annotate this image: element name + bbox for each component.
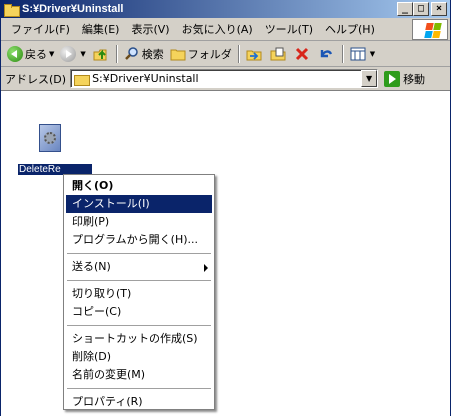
window-controls: _ □ × xyxy=(397,2,447,16)
views-icon xyxy=(350,46,366,62)
explorer-window: S:¥Driver¥Uninstall _ □ × ファイル(F) 編集(E) … xyxy=(0,0,451,416)
menu-separator xyxy=(67,388,211,389)
go-button[interactable]: 移動 xyxy=(384,70,426,87)
folder-icon xyxy=(170,46,186,62)
send-to-label: 送る(N) xyxy=(72,260,111,273)
address-label: アドレス(D) xyxy=(5,72,67,86)
search-button[interactable]: 検索 xyxy=(121,44,167,64)
delete-x-icon xyxy=(294,46,310,62)
menu-item-open-with[interactable]: プログラムから開く(H)... xyxy=(66,231,212,249)
windows-logo-icon xyxy=(412,19,448,40)
delete-button[interactable] xyxy=(291,44,315,64)
address-dropdown-button[interactable]: ▼ xyxy=(361,70,378,87)
menu-tools[interactable]: ツール(T) xyxy=(259,21,319,37)
views-button[interactable]: ▼ xyxy=(347,44,378,64)
chevron-down-icon: ▼ xyxy=(369,49,376,58)
chevron-down-icon: ▼ xyxy=(80,49,86,58)
search-icon xyxy=(124,46,140,62)
menu-help[interactable]: ヘルプ(H) xyxy=(319,21,381,37)
menu-item-send-to[interactable]: 送る(N) xyxy=(66,258,212,276)
folders-button[interactable]: フォルダ xyxy=(167,44,235,64)
menu-file[interactable]: ファイル(F) xyxy=(5,21,76,37)
minimize-button[interactable]: _ xyxy=(397,2,413,16)
menu-item-rename[interactable]: 名前の変更(M) xyxy=(66,366,212,384)
forward-button[interactable]: ▼ xyxy=(57,44,88,64)
menu-separator xyxy=(67,253,211,254)
folder-icon xyxy=(4,3,20,17)
copy-to-icon xyxy=(270,46,286,62)
address-value: S:¥Driver¥Uninstall xyxy=(92,72,199,85)
menu-item-install[interactable]: インストール(I) xyxy=(66,195,212,213)
window-title: S:¥Driver¥Uninstall xyxy=(22,3,124,15)
back-arrow-icon xyxy=(7,45,23,62)
forward-arrow-icon xyxy=(60,45,77,62)
context-menu: 開く(O) インストール(I) 印刷(P) プログラムから開く(H)... 送る… xyxy=(63,174,215,410)
folders-label: フォルダ xyxy=(187,47,232,61)
up-button[interactable] xyxy=(89,44,113,64)
search-label: 検索 xyxy=(141,47,164,61)
copy-to-button[interactable] xyxy=(267,44,291,64)
maximize-button[interactable]: □ xyxy=(413,2,429,16)
chevron-down-icon: ▼ xyxy=(49,49,55,58)
address-bar: アドレス(D) S:¥Driver¥Uninstall ▼ 移動 xyxy=(1,67,450,91)
up-folder-icon xyxy=(92,46,108,62)
title-bar[interactable]: S:¥Driver¥Uninstall _ □ × xyxy=(1,0,450,18)
folder-icon xyxy=(74,73,91,86)
menu-item-print[interactable]: 印刷(P) xyxy=(66,213,212,231)
undo-icon xyxy=(318,46,334,62)
close-button[interactable]: × xyxy=(431,2,447,16)
toolbar-separator xyxy=(115,44,118,63)
menu-item-create-shortcut[interactable]: ショートカットの作成(S) xyxy=(66,330,212,348)
menu-item-delete[interactable]: 削除(D) xyxy=(66,348,212,366)
address-input[interactable]: S:¥Driver¥Uninstall ▼ xyxy=(70,69,379,88)
menu-bar: ファイル(F) 編集(E) 表示(V) お気に入り(A) ツール(T) ヘルプ(… xyxy=(1,18,450,41)
back-label: 戻る xyxy=(25,47,47,61)
menu-separator xyxy=(67,325,211,326)
toolbar-separator xyxy=(237,44,240,63)
menu-favorites[interactable]: お気に入り(A) xyxy=(176,21,259,37)
move-to-icon xyxy=(246,46,262,62)
standard-toolbar: 戻る ▼ ▼ 検索 フォルダ ▼ xyxy=(1,41,450,67)
go-label: 移動 xyxy=(403,72,426,86)
menu-item-properties[interactable]: プロパティ(R) xyxy=(66,393,212,411)
menu-item-copy[interactable]: コピー(C) xyxy=(66,303,212,321)
menu-item-open[interactable]: 開く(O) xyxy=(66,177,212,195)
menu-edit[interactable]: 編集(E) xyxy=(76,21,126,37)
back-button[interactable]: 戻る ▼ xyxy=(4,44,57,64)
undo-button[interactable] xyxy=(315,44,339,64)
menu-view[interactable]: 表示(V) xyxy=(125,21,175,37)
toolbar-separator xyxy=(341,44,344,63)
menu-item-cut[interactable]: 切り取り(T) xyxy=(66,285,212,303)
submenu-arrow-icon xyxy=(204,264,208,272)
setup-file-icon[interactable] xyxy=(37,124,63,154)
menu-separator xyxy=(67,280,211,281)
move-to-button[interactable] xyxy=(243,44,267,64)
go-arrow-icon xyxy=(384,70,401,87)
gear-icon xyxy=(44,132,56,144)
